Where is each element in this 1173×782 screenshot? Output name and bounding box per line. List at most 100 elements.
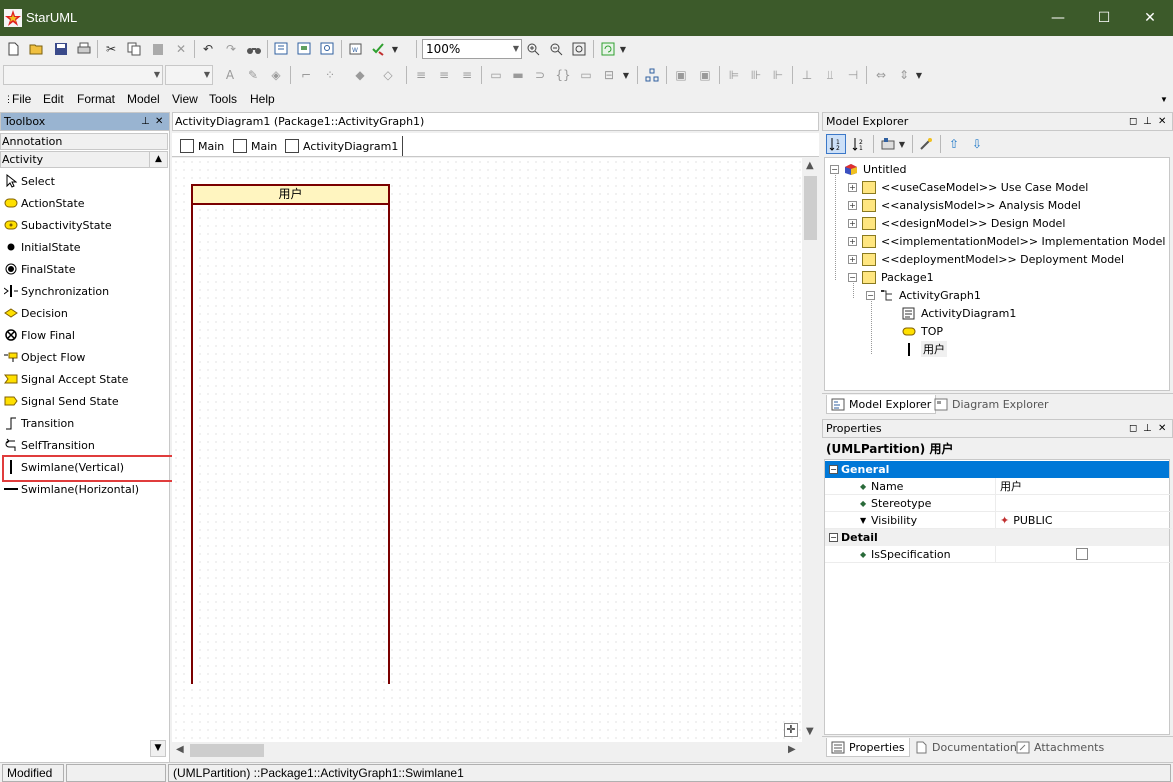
brace-icon[interactable]: {} <box>553 65 573 85</box>
navigator-icon[interactable]: ✛ <box>784 723 798 737</box>
menu-view[interactable]: View <box>172 92 198 106</box>
toolbox-transition[interactable]: Transition <box>4 413 164 433</box>
redo-icon[interactable]: ↷ <box>221 39 241 59</box>
same-height-icon[interactable]: ⇕ <box>894 65 914 85</box>
collapse-up-icon[interactable]: ▲ <box>149 152 167 167</box>
toolbox-action-state[interactable]: ActionState <box>4 193 164 213</box>
font-name-select[interactable]: ▼ <box>3 65 163 85</box>
folder-icon[interactable]: ▬ <box>508 65 528 85</box>
font-icon[interactable]: A <box>220 65 240 85</box>
tab-documentation[interactable]: Documentation <box>910 738 1021 757</box>
expand-icon[interactable]: + <box>848 254 857 264</box>
undo-icon[interactable]: ↶ <box>198 39 218 59</box>
toolbox-category-activity[interactable]: Activity ▲ <box>0 151 168 168</box>
toolbox-self-transition[interactable]: SelfTransition <box>4 435 164 455</box>
tab-properties[interactable]: Properties <box>826 738 910 757</box>
same-width-icon[interactable]: ⇔ <box>871 65 891 85</box>
tab-model-explorer[interactable]: Model Explorer <box>826 395 937 414</box>
toolbox-signal-accept-state[interactable]: Signal Accept State <box>4 369 164 389</box>
property-row-visibility[interactable]: ▼ Visibility ✦ PUBLIC <box>825 511 1172 529</box>
swimlane-header[interactable]: 用户 <box>191 184 390 205</box>
close-window-button[interactable]: ✕ <box>1127 0 1173 36</box>
toolbox-category-annotation[interactable]: Annotation <box>0 133 168 150</box>
fill-color-icon[interactable]: ◈ <box>266 65 286 85</box>
tree-node-activity-graph[interactable]: − ActivityGraph1 <box>866 286 981 304</box>
text-box-icon[interactable]: ▭ <box>576 65 596 85</box>
minimize-button[interactable]: — <box>1035 0 1081 36</box>
menu-file[interactable]: File <box>12 92 31 106</box>
sort-by-type-icon[interactable]: 12 <box>826 134 846 154</box>
swimlane[interactable]: 用户 <box>191 184 390 684</box>
diagram-open-icon[interactable] <box>318 39 338 59</box>
align-center-icon[interactable]: ⊪ <box>746 65 766 85</box>
properties-category-detail[interactable]: − Detail <box>825 529 1169 546</box>
collapse-icon[interactable]: − <box>848 272 857 282</box>
toolbox-swimlane-horizontal[interactable]: Swimlane(Horizontal) <box>4 479 164 499</box>
menu-tools[interactable]: Tools <box>209 92 237 106</box>
collapse-icon[interactable]: − <box>866 290 875 300</box>
tab-main-2[interactable]: Main <box>233 136 277 156</box>
zoom-fit-icon[interactable] <box>569 39 589 59</box>
tab-main-1[interactable]: Main <box>180 136 224 156</box>
refresh-icon[interactable] <box>598 39 618 59</box>
property-row-name[interactable]: ◆ Name 用户 <box>825 477 1172 495</box>
format-dropdown-icon[interactable]: ▼ <box>620 65 632 85</box>
sort-by-name-icon[interactable]: 21 <box>849 134 869 154</box>
zoom-select[interactable]: 100% ▼ <box>422 39 522 59</box>
tab-diagram-explorer[interactable]: Diagram Explorer <box>930 395 1053 414</box>
new-file-icon[interactable] <box>3 39 23 59</box>
diagram-properties-icon[interactable] <box>295 39 315 59</box>
align-dropdown-icon[interactable]: ▼ <box>913 65 925 85</box>
scroll-left-icon[interactable]: ◀ <box>176 744 184 755</box>
paste-icon[interactable] <box>148 39 168 59</box>
toolbox-synchronization[interactable]: Synchronization <box>4 281 164 301</box>
vertical-scrollbar[interactable]: ▲ ▼ <box>802 158 819 742</box>
tree-node-swimlane[interactable]: 用户 <box>902 340 947 358</box>
expand-icon[interactable]: + <box>848 236 857 246</box>
diagram-canvas[interactable]: 用户 <box>172 158 802 742</box>
expand-icon[interactable]: + <box>848 182 857 192</box>
print-icon[interactable] <box>74 39 94 59</box>
toolbox-scroll-down-icon[interactable]: ▼ <box>150 740 166 757</box>
move-up-icon[interactable]: ⇧ <box>944 134 964 154</box>
menu-model[interactable]: Model <box>127 92 160 106</box>
vertical-scroll-thumb[interactable] <box>804 176 817 240</box>
suppress-operations-icon[interactable]: ◇ <box>378 65 398 85</box>
property-row-is-specification[interactable]: ◆ IsSpecification <box>825 545 1172 563</box>
tree-node-activity-diagram[interactable]: ActivityDiagram1 <box>902 304 1016 322</box>
refresh-dropdown-icon[interactable]: ▼ <box>617 39 629 59</box>
verify-dropdown-icon[interactable]: ▼ <box>389 39 401 59</box>
collapse-icon[interactable]: − <box>829 465 838 474</box>
attach-icon[interactable]: ⊃ <box>530 65 550 85</box>
menu-format[interactable]: Format <box>77 92 115 106</box>
align-top-icon[interactable]: ≡ <box>411 65 431 85</box>
save-icon[interactable] <box>51 39 71 59</box>
toolbox-decision[interactable]: Decision <box>4 303 164 323</box>
tree-node-top[interactable]: TOP <box>902 322 943 340</box>
property-value-stereotype[interactable] <box>995 494 1172 512</box>
scroll-right-icon[interactable]: ▶ <box>788 744 796 755</box>
horizontal-scrollbar[interactable]: ◀ ▶ <box>172 742 802 759</box>
scroll-up-icon[interactable]: ▲ <box>806 160 814 171</box>
layout-icon[interactable] <box>642 65 662 85</box>
suppress-attributes-icon[interactable]: ◆ <box>350 65 370 85</box>
explorer-settings-icon[interactable] <box>916 134 936 154</box>
tree-node-implementation-model[interactable]: + <<implementationModel>> Implementation… <box>848 232 1165 250</box>
menu-edit[interactable]: Edit <box>43 92 64 106</box>
expand-icon[interactable]: + <box>848 218 857 228</box>
pin-icon[interactable]: ⊥ <box>1143 420 1152 437</box>
tab-attachments[interactable]: Attachments <box>1012 738 1108 757</box>
toolbox-signal-send-state[interactable]: Signal Send State <box>4 391 164 411</box>
property-value-visibility[interactable]: ✦ PUBLIC <box>995 511 1172 529</box>
delete-icon[interactable]: ✕ <box>171 39 191 59</box>
toolbox-flow-final[interactable]: Flow Final <box>4 325 164 345</box>
zoom-in-icon[interactable] <box>523 39 543 59</box>
note-icon[interactable]: ▭ <box>486 65 506 85</box>
maximize-button[interactable]: ☐ <box>1081 0 1127 36</box>
space-vertical-icon[interactable]: ⫫ <box>820 65 840 85</box>
collapse-icon[interactable]: − <box>830 164 839 174</box>
close-icon[interactable]: ✕ <box>1158 113 1166 130</box>
export-icon[interactable]: W <box>346 39 366 59</box>
toolbox-final-state[interactable]: FinalState <box>4 259 164 279</box>
tree-node-root[interactable]: − Untitled <box>830 160 907 178</box>
